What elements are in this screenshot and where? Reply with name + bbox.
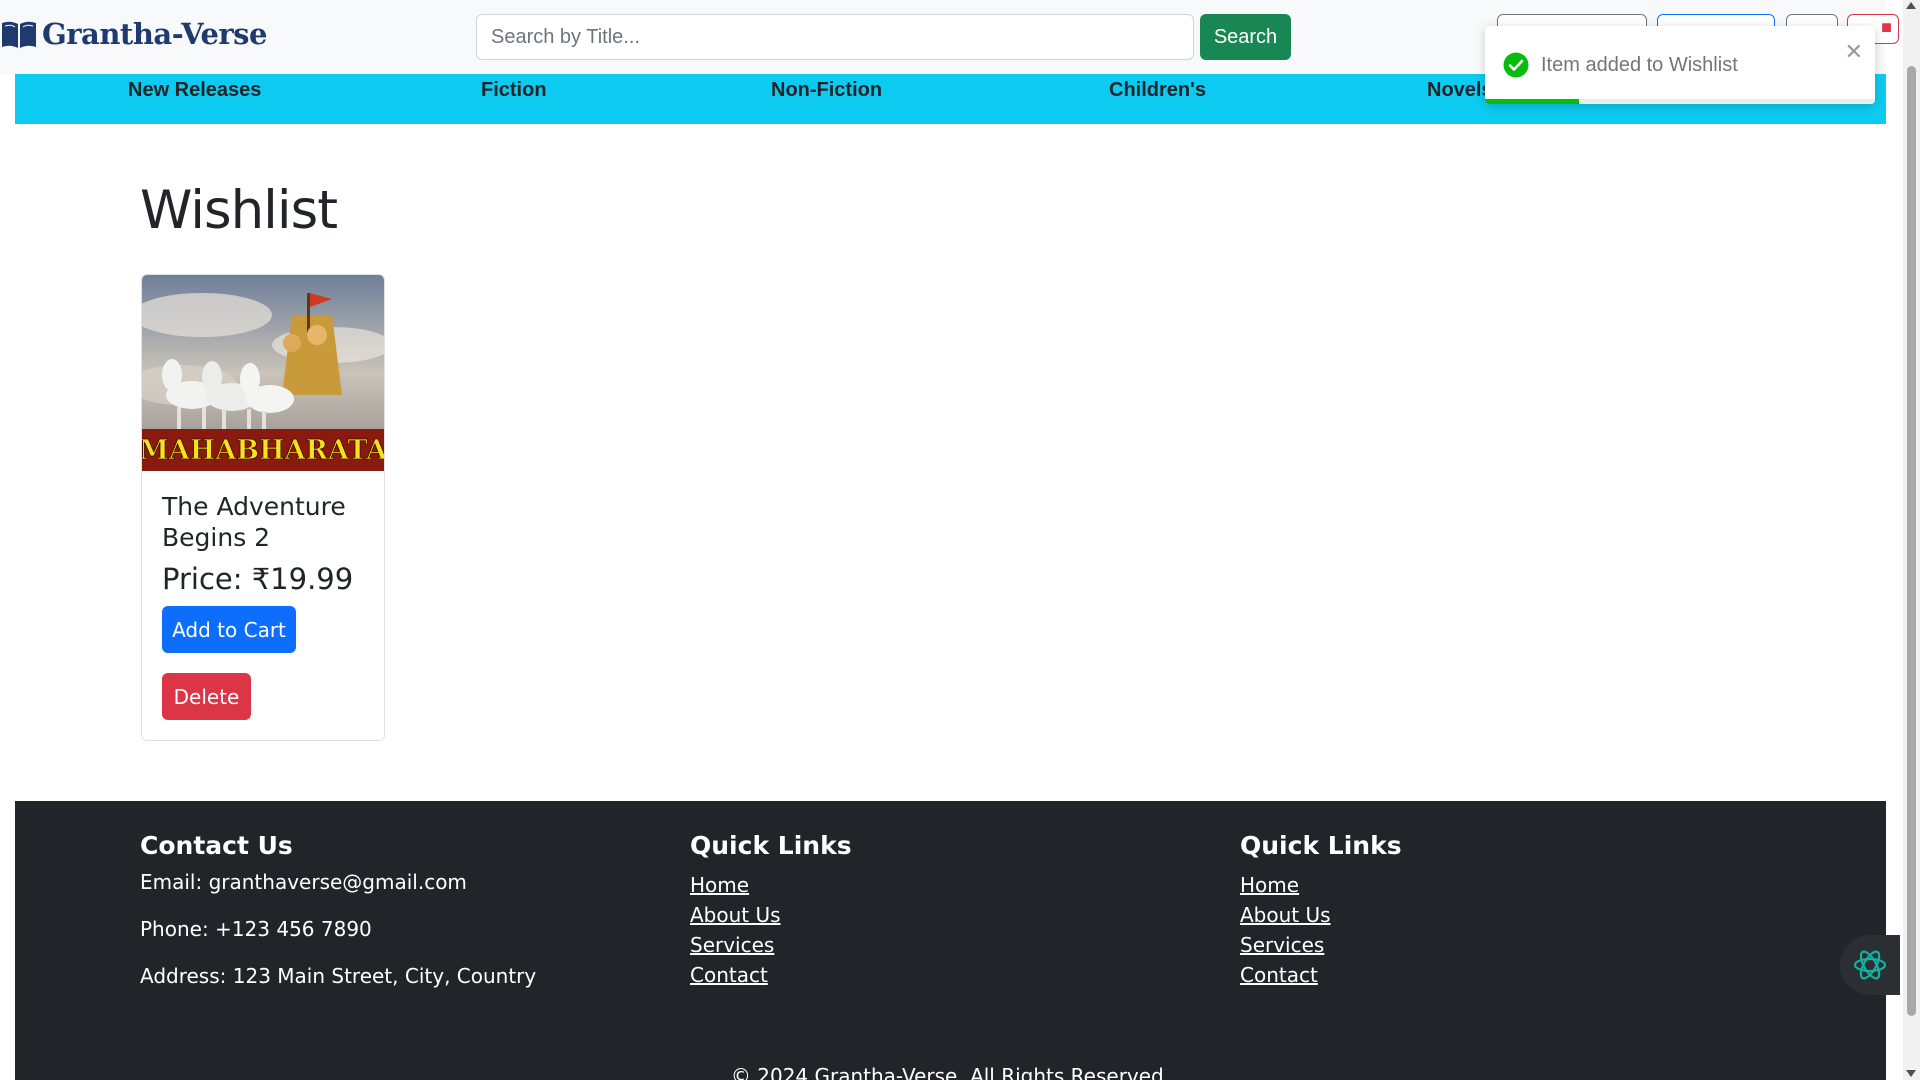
contact-email: Email: granthaverse@gmail.com xyxy=(140,870,467,894)
wishlist-item-card: MAHABHARATA The Adventure Begins 2 Price… xyxy=(141,274,385,741)
delete-button[interactable]: Delete xyxy=(162,673,251,720)
brand-logo[interactable]: Grantha-Verse xyxy=(0,17,267,51)
scroll-up-arrow-icon[interactable] xyxy=(1906,2,1916,9)
book-price: Price: ₹19.99 xyxy=(162,562,354,596)
page-scrollbar[interactable] xyxy=(1903,0,1920,1080)
footer-link-home[interactable]: Home xyxy=(690,870,852,900)
search-button[interactable]: Search xyxy=(1200,14,1291,60)
add-to-cart-button[interactable]: Add to Cart xyxy=(162,606,296,653)
footer-link-contact[interactable]: Contact xyxy=(1240,960,1402,990)
footer-link-services[interactable]: Services xyxy=(690,930,852,960)
footer-quick-links-2: Quick Links Home About Us Services Conta… xyxy=(1240,831,1402,990)
assistant-knot-icon xyxy=(1853,950,1887,980)
brand-name: Grantha-Verse xyxy=(42,17,267,51)
cover-title: MAHABHARATA xyxy=(142,435,384,466)
site-footer: Contact Us Email: granthaverse@gmail.com… xyxy=(15,801,1886,1080)
page-title: Wishlist xyxy=(140,180,338,241)
scrollbar-thumb[interactable] xyxy=(1907,66,1916,1016)
footer-contact: Contact Us Email: granthaverse@gmail.com… xyxy=(140,831,536,1011)
copyright-text: © 2024 Grantha-Verse. All Rights Reserve… xyxy=(730,1064,1171,1080)
contact-phone: Phone: +123 456 7890 xyxy=(140,917,372,941)
toast-message: Item added to Wishlist xyxy=(1541,54,1738,76)
close-icon[interactable]: ✕ xyxy=(1845,40,1863,64)
search-input[interactable] xyxy=(476,14,1194,60)
footer-heading-quick-links: Quick Links xyxy=(1240,831,1402,860)
book-title: The Adventure Begins 2 xyxy=(162,492,346,552)
assistant-button[interactable] xyxy=(1840,935,1900,995)
nav-item-fiction[interactable]: Fiction xyxy=(481,74,547,124)
nav-item-childrens[interactable]: Children's xyxy=(1109,74,1206,124)
footer-quick-links-1: Quick Links Home About Us Services Conta… xyxy=(690,831,852,990)
nav-item-non-fiction[interactable]: Non-Fiction xyxy=(771,74,882,124)
cart-icon: ■ xyxy=(1881,17,1892,37)
footer-link-about[interactable]: About Us xyxy=(690,900,852,930)
book-cover-image[interactable]: MAHABHARATA xyxy=(142,275,384,471)
footer-link-home[interactable]: Home xyxy=(1240,870,1402,900)
footer-link-services[interactable]: Services xyxy=(1240,930,1402,960)
scroll-down-arrow-icon[interactable] xyxy=(1906,1070,1916,1077)
check-circle-icon xyxy=(1503,52,1529,78)
footer-heading-quick-links: Quick Links xyxy=(690,831,852,860)
footer-link-about[interactable]: About Us xyxy=(1240,900,1402,930)
nav-item-new-releases[interactable]: New Releases xyxy=(128,74,261,124)
nav-item-novels[interactable]: Novels xyxy=(1427,74,1493,124)
toast-notification: Item added to Wishlist ✕ xyxy=(1485,26,1875,104)
footer-link-contact[interactable]: Contact xyxy=(690,960,852,990)
toast-progress-bar xyxy=(1485,99,1579,104)
contact-address: Address: 123 Main Street, City, Country xyxy=(140,964,537,988)
open-book-icon xyxy=(2,21,36,48)
footer-heading-contact: Contact Us xyxy=(140,831,293,860)
